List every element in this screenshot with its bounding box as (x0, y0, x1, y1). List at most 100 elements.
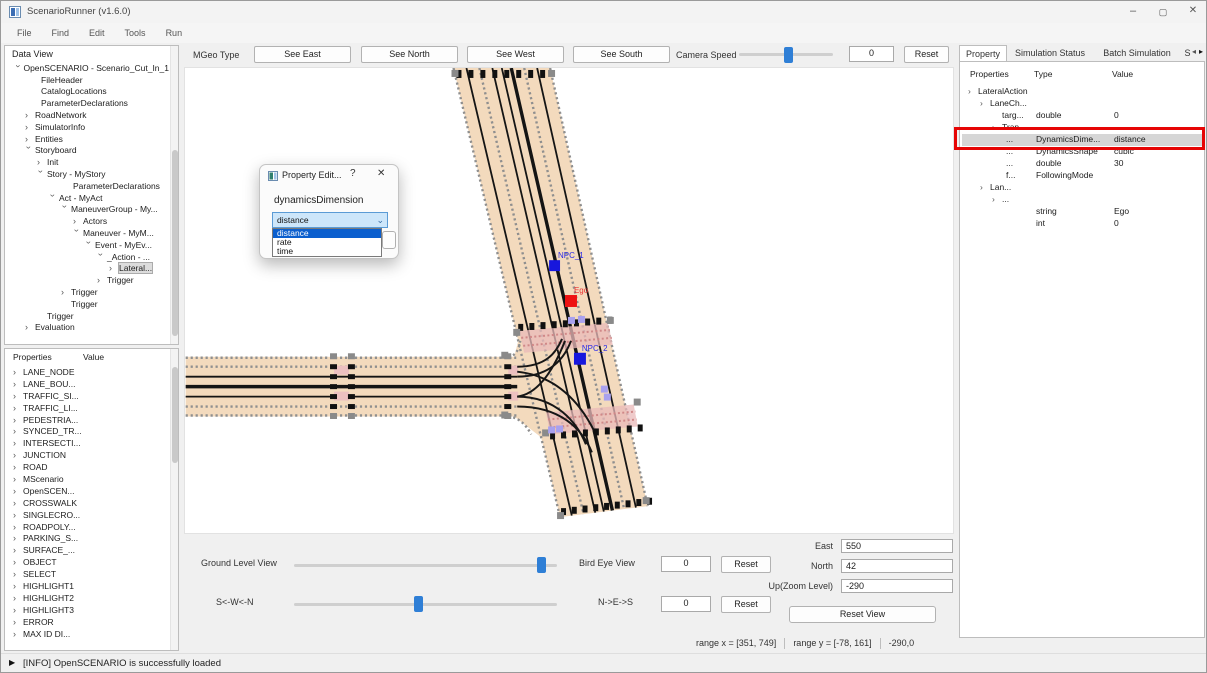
property-row[interactable]: ›... (962, 194, 1202, 206)
vehicle-npc_2[interactable] (574, 353, 586, 365)
tree-row[interactable]: ›INTERSECTI... (7, 437, 169, 449)
tree-row[interactable]: ›SYNCED_TR... (7, 425, 169, 437)
tree-row[interactable]: ›Maneuver - MyM... (7, 227, 169, 239)
tree-row[interactable]: ›Init (7, 156, 169, 168)
vehicle-ego[interactable] (565, 295, 577, 307)
east-input[interactable]: 550 (841, 539, 953, 553)
tree-row[interactable]: ›HIGHLIGHT1 (7, 580, 169, 592)
tree-row[interactable]: ›Actors (7, 215, 169, 227)
dialog-help-button[interactable]: ? (350, 168, 356, 179)
north-input[interactable]: 42 (841, 559, 953, 573)
tree-row[interactable]: ParameterDeclarations (7, 97, 169, 109)
tree-row[interactable]: ›OpenSCEN... (7, 485, 169, 497)
swn-slider-handle[interactable] (414, 596, 423, 612)
property-row[interactable]: stringEgo (962, 206, 1202, 218)
tree-row[interactable]: ›PARKING_S... (7, 532, 169, 544)
see-east-button[interactable]: See East (254, 46, 351, 63)
tree-row[interactable]: ›HIGHLIGHT3 (7, 604, 169, 616)
tree-row[interactable]: Trigger (7, 310, 169, 322)
camera-speed-input[interactable]: 0 (849, 46, 894, 62)
tree-row[interactable]: ›CROSSWALK (7, 497, 169, 509)
nes-reset-button[interactable]: Reset (721, 596, 771, 613)
tree-row[interactable]: ›ROAD (7, 461, 169, 473)
tree-row[interactable]: ›_Action - ... (7, 251, 169, 263)
nes-input[interactable]: 0 (661, 596, 711, 612)
tree-row[interactable]: ›JUNCTION (7, 449, 169, 461)
maximize-button[interactable]: ▢ (1148, 1, 1178, 23)
map-viewport[interactable]: NPC_1EgoNPC_2 (184, 67, 954, 534)
reset-view-button[interactable]: Reset View (789, 606, 936, 623)
dialog-ok-button-partial[interactable] (382, 231, 396, 249)
up-zoom-input[interactable]: -290 (841, 579, 953, 593)
menu-run[interactable]: Run (156, 28, 193, 38)
tree-row[interactable]: ›TRAFFIC_LI... (7, 402, 169, 414)
property-row[interactable]: f...FollowingMode (962, 170, 1202, 182)
property-row[interactable]: targ...double0 (962, 110, 1202, 122)
minimize-button[interactable]: – (1118, 1, 1148, 23)
camera-speed-slider-handle[interactable] (784, 47, 793, 63)
tree-row[interactable]: ›Evaluation (7, 322, 169, 334)
property-row[interactable]: ...double30 (962, 158, 1202, 170)
tab-batch-simulation[interactable]: Batch Simulation (1093, 45, 1181, 62)
tree-row[interactable]: ›Lateral... (7, 263, 169, 275)
tree-row[interactable]: ›LANE_BOU... (7, 378, 169, 390)
mgeo-scrollbar[interactable] (170, 349, 178, 650)
tree-row[interactable]: ›ROADPOLY... (7, 521, 169, 533)
ground-level-slider-handle[interactable] (537, 557, 546, 573)
tab-scroll-right-icon[interactable]: ▸ (1199, 47, 1203, 56)
dropdown-option-time[interactable]: time (273, 247, 381, 256)
vehicle-npc_1[interactable] (549, 260, 560, 271)
camera-speed-reset-button[interactable]: Reset (904, 46, 949, 63)
tree-row[interactable]: Trigger (7, 298, 169, 310)
tab-simulation-status[interactable]: Simulation Status (1007, 45, 1093, 62)
tree-row[interactable]: ›SINGLECRO... (7, 509, 169, 521)
tree-row[interactable]: ›Event - MyEv... (7, 239, 169, 251)
tree-row[interactable]: ›Story - MyStory (7, 168, 169, 180)
tree-row[interactable]: ›Trigger (7, 274, 169, 286)
tree-row[interactable]: ›MAX ID DI... (7, 628, 169, 640)
tree-row[interactable]: ›SimulatorInfo (7, 121, 169, 133)
swn-slider-track[interactable] (294, 603, 557, 606)
tree-row[interactable]: ParameterDeclarations (7, 180, 169, 192)
tree-row[interactable]: ›HIGHLIGHT2 (7, 592, 169, 604)
tree-row[interactable]: ›Storyboard (7, 145, 169, 157)
property-row[interactable]: ›LateralAction (962, 86, 1202, 98)
tab-scroll-left-icon[interactable]: ◂ (1192, 47, 1196, 56)
tree-row[interactable]: ›OBJECT (7, 556, 169, 568)
tree-row[interactable]: ›MScenario (7, 473, 169, 485)
tree-row[interactable]: ›SURFACE_... (7, 544, 169, 556)
tree-row[interactable]: ›ManeuverGroup - My... (7, 204, 169, 216)
close-button[interactable]: ✕ (1178, 1, 1207, 23)
tree-row[interactable]: ›OpenSCENARIO - Scenario_Cut_In_1 (7, 62, 169, 74)
menu-tools[interactable]: Tools (115, 28, 156, 38)
see-north-button[interactable]: See North (361, 46, 458, 63)
property-row[interactable]: ...DynamicsShapecubic (962, 146, 1202, 158)
menu-find[interactable]: Find (42, 28, 80, 38)
property-row[interactable]: ›LaneCh... (962, 98, 1202, 110)
property-row[interactable]: int0 (962, 218, 1202, 230)
tab-property[interactable]: Property (959, 45, 1007, 62)
expand-arrow-icon[interactable]: ▶ (9, 658, 15, 667)
ground-level-slider-track[interactable] (294, 564, 557, 567)
see-west-button[interactable]: See West (467, 46, 564, 63)
tree-row[interactable]: ›ERROR (7, 616, 169, 628)
tree-row[interactable]: CatalogLocations (7, 86, 169, 98)
data-view-scrollbar[interactable] (170, 46, 178, 344)
property-row[interactable]: ›Tran... (962, 122, 1202, 134)
property-row[interactable]: ›Lan... (962, 182, 1202, 194)
tree-row[interactable]: ›TRAFFIC_SI... (7, 390, 169, 402)
tree-row[interactable]: ›LANE_NODE (7, 366, 169, 378)
tree-row[interactable]: ›PEDESTRIA... (7, 414, 169, 426)
tree-row[interactable]: ›Trigger (7, 286, 169, 298)
tree-row[interactable]: ›SELECT (7, 568, 169, 580)
property-row[interactable]: ...DynamicsDime...distance (962, 134, 1202, 146)
menu-file[interactable]: File (7, 28, 42, 38)
tree-row[interactable]: ›Act - MyAct (7, 192, 169, 204)
menu-edit[interactable]: Edit (79, 28, 115, 38)
tree-row[interactable]: FileHeader (7, 74, 169, 86)
see-south-button[interactable]: See South (573, 46, 670, 63)
dynamics-dimension-combobox[interactable]: distance ⌄ (272, 212, 388, 228)
tree-row[interactable]: ›Entities (7, 133, 169, 145)
dialog-close-button[interactable]: ✕ (377, 168, 385, 179)
bird-eye-input[interactable]: 0 (661, 556, 711, 572)
